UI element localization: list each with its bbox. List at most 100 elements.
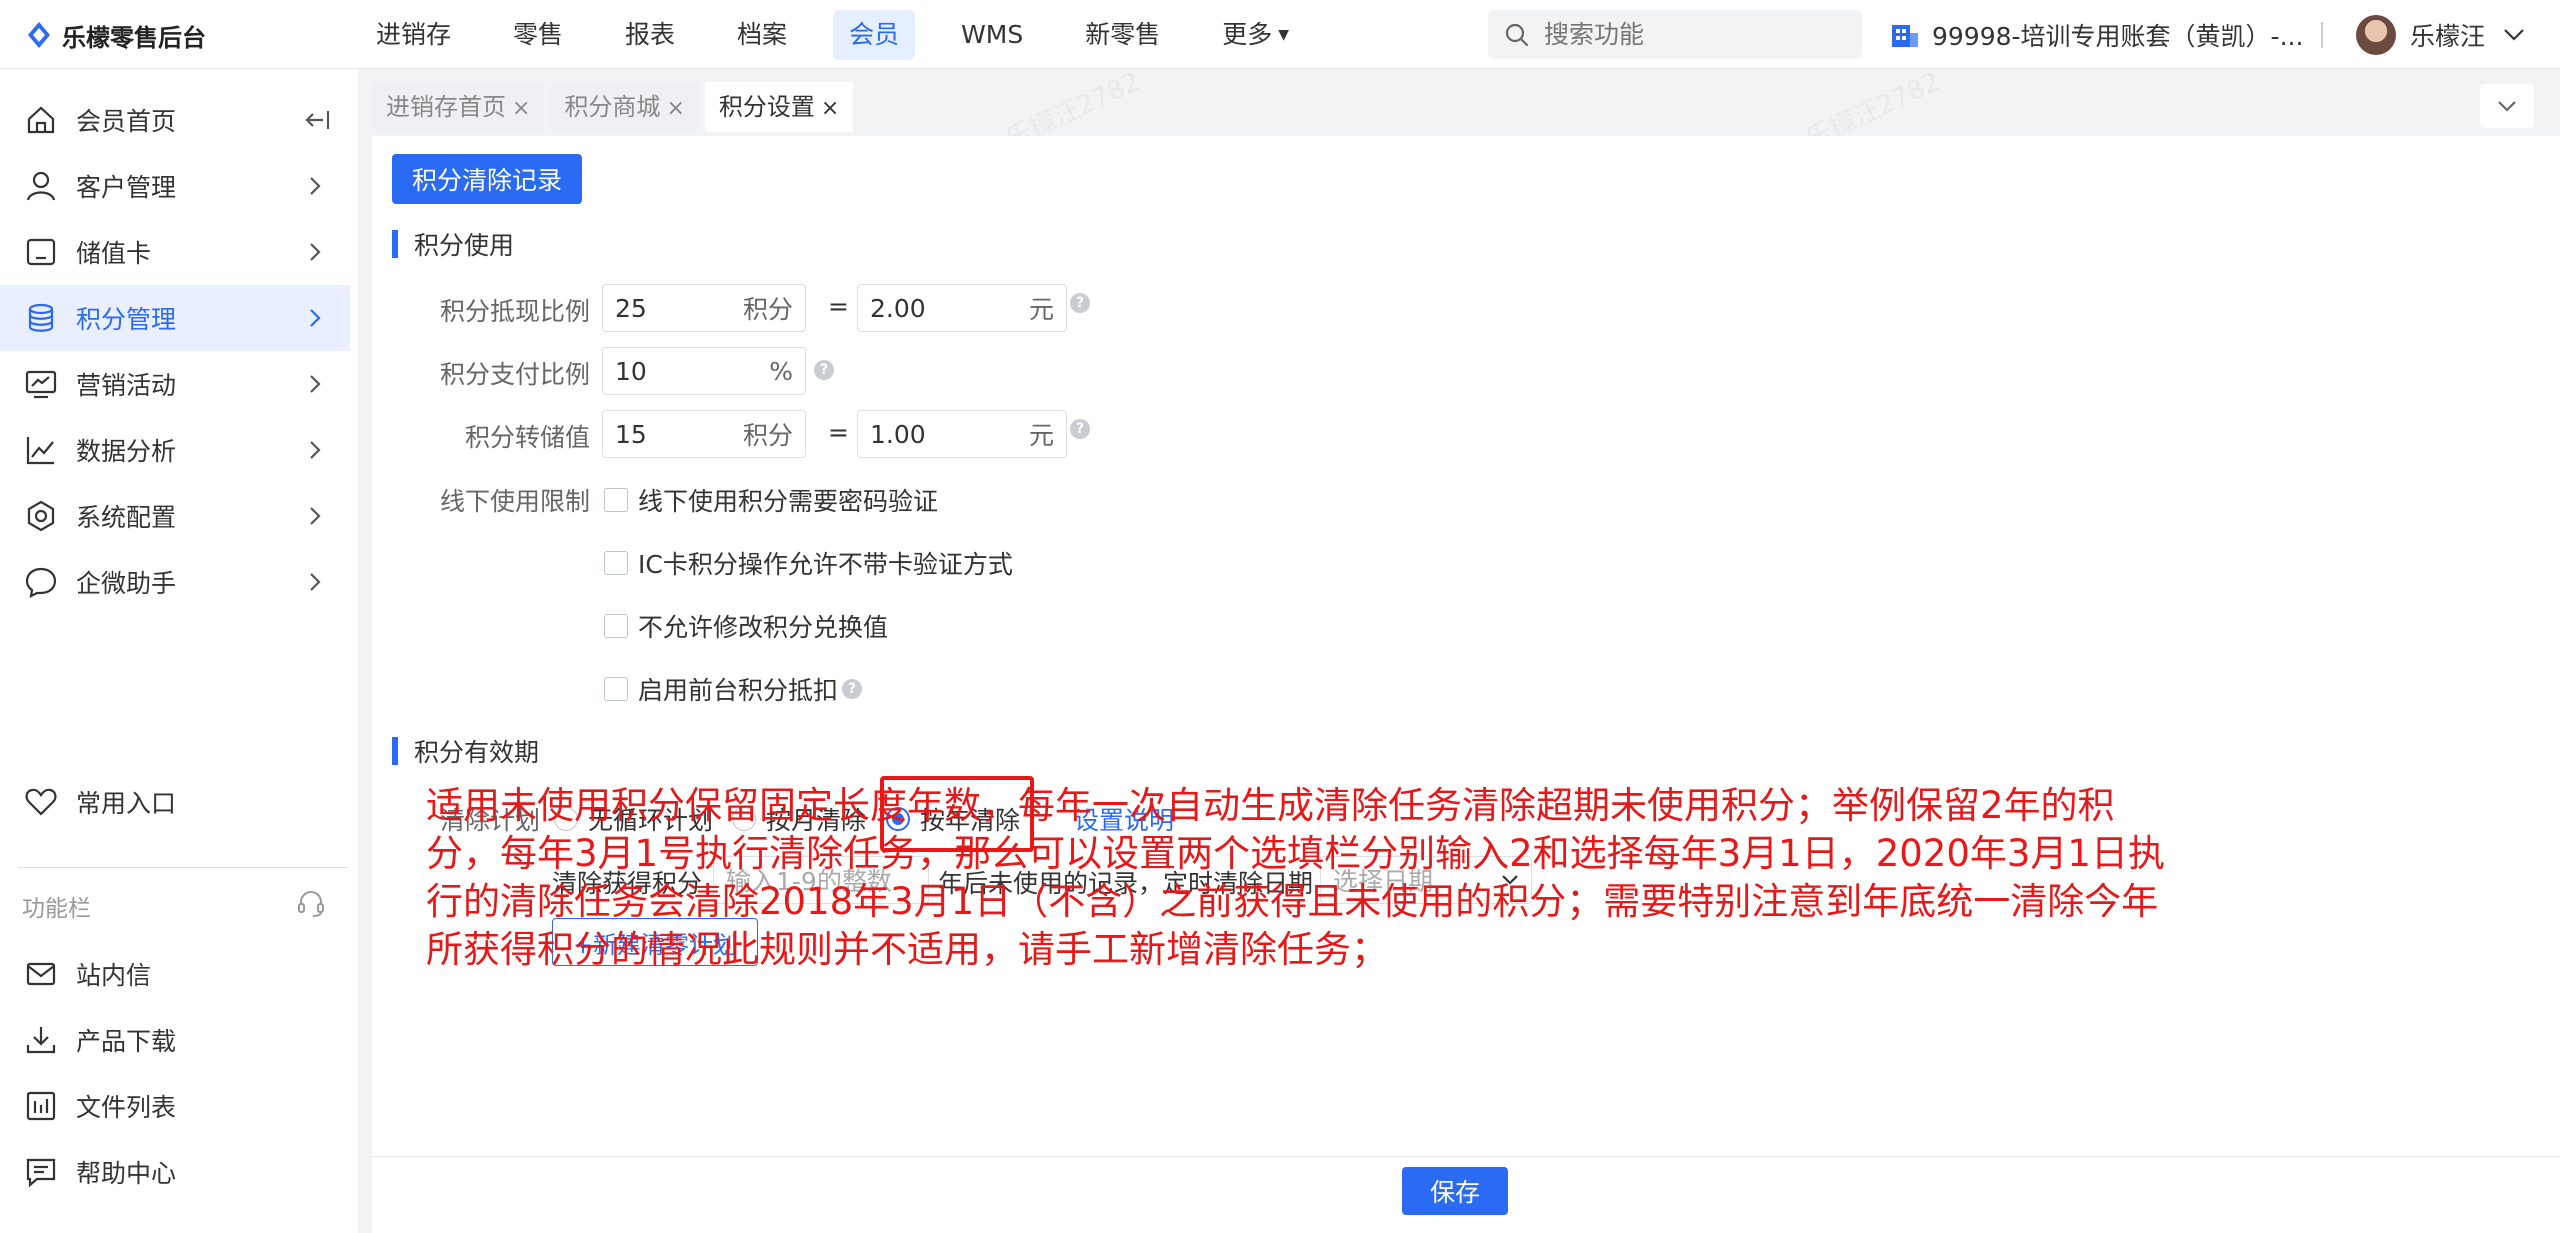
- stored-value-label: 积分转储值: [464, 423, 590, 452]
- sidebar-item-analytics[interactable]: 数据分析: [0, 417, 350, 483]
- field-unit: 元: [1028, 295, 1054, 324]
- nav-item-wms[interactable]: WMS: [945, 10, 1039, 60]
- cash-ratio-yuan-field[interactable]: 2.00 元: [857, 284, 1067, 332]
- logo-icon: [28, 22, 50, 48]
- sidebar-item-label: 储值卡: [76, 239, 152, 268]
- annotation-text: 适用未使用积分保留固定长度年数，每年一次自动生成清除任务清除超期未使用积分；举例…: [426, 784, 2165, 971]
- nav-item-retail[interactable]: 零售: [497, 10, 579, 60]
- stored-value-yuan-field[interactable]: 1.00 元: [857, 410, 1067, 458]
- nav-label: 档案: [737, 20, 788, 49]
- main-content: 积分清除记录 积分使用 积分抵现比例 25 积分 = 2.00 元 ? 积分支付…: [372, 136, 2560, 1233]
- sidebar-item-marketing[interactable]: 营销活动: [0, 351, 350, 417]
- nav-item-reports[interactable]: 报表: [609, 10, 691, 60]
- sidebar-item-help[interactable]: 帮助中心: [0, 1139, 350, 1205]
- tab-points-settings[interactable]: 积分设置 ×: [704, 82, 854, 132]
- sidebar-item-inbox[interactable]: 站内信: [0, 941, 350, 1007]
- app-title: 乐檬零售后台: [62, 23, 206, 52]
- help-icon[interactable]: ?: [814, 360, 834, 380]
- account-selector[interactable]: 99998-培训专用账套（黄凯）-...: [1890, 16, 2303, 54]
- chevron-right-icon: [310, 243, 321, 261]
- settings-icon: [27, 500, 55, 532]
- account-label: 99998-培训专用账套（黄凯）-...: [1932, 22, 2304, 51]
- building-icon: [1892, 25, 1918, 47]
- sidebar-item-label: 产品下载: [76, 1027, 177, 1056]
- nav-label: 会员: [849, 20, 900, 49]
- close-icon[interactable]: ×: [512, 96, 530, 121]
- top-bar: 乐檬零售后台 进销存 零售 报表 档案 会员 WMS 新零售 更多 ▼ 99998…: [0, 0, 2560, 69]
- checkbox[interactable]: [604, 677, 628, 701]
- sidebar-item-member-home[interactable]: 会员首页: [0, 87, 350, 153]
- checkbox[interactable]: [604, 551, 628, 575]
- collapse-sidebar-icon[interactable]: [304, 108, 330, 132]
- checkbox[interactable]: [604, 614, 628, 638]
- sidebar-item-label: 站内信: [76, 961, 152, 990]
- chat-icon: [25, 567, 57, 598]
- checkbox-frontdesk-deduction[interactable]: 启用前台积分抵扣 ?: [604, 671, 863, 707]
- sidebar-item-downloads[interactable]: 产品下载: [0, 1007, 350, 1073]
- offline-limit-label: 线下使用限制: [439, 487, 590, 516]
- sidebar-item-label: 会员首页: [76, 107, 177, 136]
- field-value: 15: [615, 419, 647, 449]
- help-icon[interactable]: ?: [1070, 293, 1090, 313]
- checkbox-ic-card[interactable]: IC卡积分操作允许不带卡验证方式: [604, 545, 1013, 581]
- chevron-right-icon: [310, 375, 321, 393]
- help-icon[interactable]: ?: [842, 679, 863, 699]
- user-name: 乐檬汪: [2410, 22, 2486, 51]
- save-button[interactable]: 保存: [1402, 1167, 1508, 1215]
- section-points-validity: 积分有效期: [392, 736, 539, 767]
- nav-item-more[interactable]: 更多 ▼: [1206, 10, 1305, 60]
- help-icon[interactable]: ?: [1070, 419, 1090, 439]
- user-icon: [26, 171, 56, 201]
- close-icon[interactable]: ×: [821, 96, 839, 121]
- pay-ratio-label: 积分支付比例: [439, 360, 590, 389]
- sidebar-divider: [18, 867, 348, 868]
- checkbox-label: 不允许修改积分兑换值: [638, 613, 889, 642]
- checkbox-no-modify-exchange[interactable]: 不允许修改积分兑换值: [604, 608, 888, 644]
- cash-ratio-points-field[interactable]: 25 积分: [602, 284, 806, 332]
- cash-ratio-label: 积分抵现比例: [439, 297, 590, 326]
- nav-label: 报表: [625, 20, 676, 49]
- tab-inventory-home[interactable]: 进销存首页 ×: [372, 82, 545, 132]
- nav-item-inventory[interactable]: 进销存: [360, 10, 467, 60]
- search-input[interactable]: [1544, 20, 1844, 49]
- sidebar-item-label: 帮助中心: [76, 1159, 177, 1188]
- nav-item-archives[interactable]: 档案: [721, 10, 803, 60]
- sidebar-item-points[interactable]: 积分管理: [0, 285, 350, 351]
- sidebar-item-label: 积分管理: [76, 305, 177, 334]
- sidebar-item-label: 数据分析: [76, 437, 177, 466]
- field-value: 10: [615, 356, 647, 386]
- stored-value-points-field[interactable]: 15 积分: [602, 410, 806, 458]
- checkbox-label: 线下使用积分需要密码验证: [638, 487, 939, 516]
- pay-ratio-field[interactable]: 10 %: [602, 347, 806, 395]
- sidebar-item-wecom-assistant[interactable]: 企微助手: [0, 549, 350, 615]
- equals-sign: =: [828, 292, 849, 321]
- heart-icon: [25, 788, 57, 816]
- logo[interactable]: 乐檬零售后台: [24, 16, 206, 54]
- search-box[interactable]: [1488, 10, 1862, 59]
- section-bar: [392, 737, 398, 765]
- equals-sign: =: [828, 418, 849, 447]
- sidebar-item-favorites[interactable]: 常用入口: [0, 769, 350, 835]
- nav-item-new-retail[interactable]: 新零售: [1069, 10, 1176, 60]
- sidebar-item-customer[interactable]: 客户管理: [0, 153, 350, 219]
- field-unit: 积分: [742, 295, 793, 324]
- user-menu[interactable]: 乐檬汪: [2356, 12, 2525, 58]
- chevron-right-icon: [310, 309, 321, 327]
- sidebar-item-system-config[interactable]: 系统配置: [0, 483, 350, 549]
- sidebar-item-file-list[interactable]: 文件列表: [0, 1073, 350, 1139]
- chevron-right-icon: [310, 507, 321, 525]
- nav-item-members[interactable]: 会员: [833, 10, 916, 60]
- search-icon: [1505, 23, 1529, 46]
- checkbox[interactable]: [604, 488, 628, 512]
- points-clear-record-button[interactable]: 积分清除记录: [392, 154, 582, 204]
- tab-points-mall[interactable]: 积分商城 ×: [550, 82, 699, 132]
- sidebar-item-label: 常用入口: [76, 789, 177, 818]
- sidebar-item-stored-card[interactable]: 储值卡: [0, 219, 350, 285]
- checkbox-offline-password[interactable]: 线下使用积分需要密码验证: [604, 482, 938, 518]
- headset-icon[interactable]: [296, 888, 326, 918]
- tab-menu-button[interactable]: [2480, 84, 2534, 128]
- close-icon[interactable]: ×: [666, 96, 684, 121]
- field-value: 25: [615, 293, 647, 323]
- sidebar-item-label: 营销活动: [76, 371, 177, 400]
- page-tabs: 进销存首页 × 积分商城 × 积分设置 ×: [372, 82, 859, 132]
